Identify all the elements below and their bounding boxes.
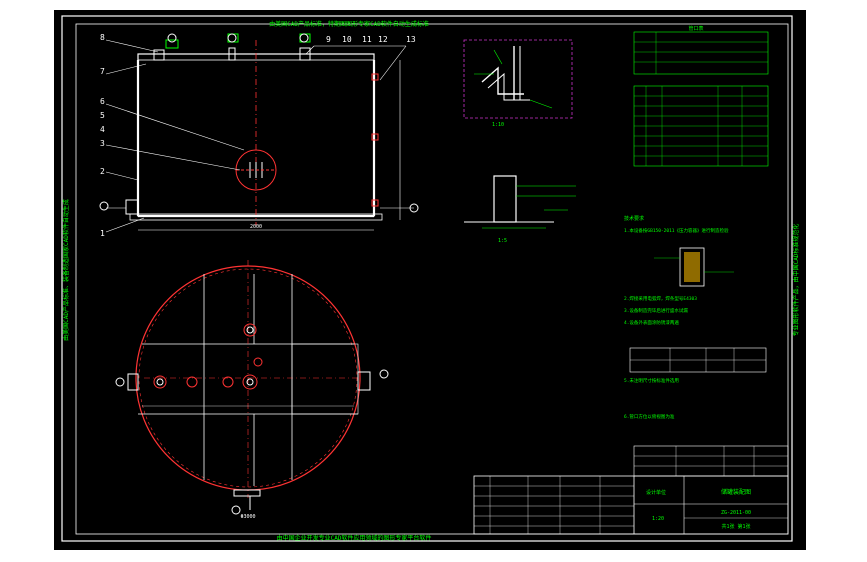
plan-dim: Φ3000 <box>240 514 255 520</box>
part-no-12: 12 <box>378 35 388 44</box>
technical-notes: 技术要求 1.本设备按GB150-2011《压力容器》进行制造检验 2.焊接采用… <box>624 215 767 420</box>
left-side-title: 由美国CAD产品标准、装备制造国家CAD软件自动生成 <box>62 199 70 341</box>
part-no-2: 2 <box>100 167 105 176</box>
front-view: 2000 <box>105 33 414 233</box>
drawing-viewport: 由美国CAD产品标准，特期图图形专家CAD软件自动生成标准 由中国企业开发专业C… <box>0 0 867 562</box>
outer-border <box>61 15 793 542</box>
note-4: 4.设备外表面涂防锈漆两遍 <box>624 319 679 326</box>
part-no-9: 9 <box>326 35 331 44</box>
part-callouts-left: 8 7 6 5 4 3 2 1 <box>100 33 105 238</box>
part-callouts-top: 9 10 11 12 13 <box>326 35 416 44</box>
title-drawing-no: ZG-2011-00 <box>721 510 751 516</box>
nozzle-table-title: 管口表 <box>688 25 703 32</box>
title-sheet: 共1张 第1张 <box>721 523 750 530</box>
title-drawing-name: 储罐装配图 <box>721 488 751 496</box>
parts-list <box>633 445 789 477</box>
part-no-10: 10 <box>342 35 352 44</box>
part-no-1: 1 <box>100 229 105 238</box>
detail-a-scale: 1:10 <box>492 122 504 128</box>
inner-border <box>75 23 789 535</box>
detail-a-border <box>463 39 573 119</box>
drawing-canvas[interactable]: 由美国CAD产品标准，特期图图形专家CAD软件自动生成标准 由中国企业开发专业C… <box>54 10 806 550</box>
part-no-6: 6 <box>100 97 105 106</box>
title-block: 设计单位 储罐装配图 ZG-2011-00 1:20 共1张 第1张 <box>473 475 789 535</box>
detail-b: 1:5 <box>464 175 576 244</box>
nozzle-balloons <box>99 33 419 515</box>
detail-a: 1:10 <box>463 39 573 128</box>
title-scale: 1:20 <box>652 516 664 522</box>
nozzle-table: 管口表 <box>633 25 769 167</box>
part-no-13: 13 <box>406 35 416 44</box>
part-no-4: 4 <box>100 125 105 134</box>
part-no-3: 3 <box>100 139 105 148</box>
bottom-title: 由中国企业开发专业CAD软件应用领域的图形专家平台软件 <box>277 534 432 542</box>
part-no-5: 5 <box>100 111 105 120</box>
part-no-7: 7 <box>100 67 105 76</box>
right-side-title: 专业图形软件产品，由中国CAD标准规范化 <box>792 224 800 337</box>
title-company: 设计单位 <box>646 489 666 496</box>
notes-header: 技术要求 <box>624 215 644 222</box>
top-title: 由美国CAD产品标准，特期图图形专家CAD软件自动生成标准 <box>269 20 429 28</box>
note-1: 1.本设备按GB150-2011《压力容器》进行制造检验 <box>624 227 729 234</box>
note-2: 2.焊接采用电弧焊，焊条型号E4303 <box>624 295 697 302</box>
note-3: 3.设备制造完毕后进行盛水试漏 <box>624 307 688 314</box>
note-6: 6.管口方位以俯视图为准 <box>624 413 675 420</box>
plan-view: Φ3000 <box>127 260 371 520</box>
part-no-8: 8 <box>100 33 105 42</box>
dim-width: 2000 <box>250 224 262 230</box>
note-5: 5.未注明尺寸按标准件选用 <box>624 377 679 384</box>
part-no-11: 11 <box>362 35 372 44</box>
cad-drawing: 由美国CAD产品标准，特期图图形专家CAD软件自动生成标准 由中国企业开发专业C… <box>61 15 800 542</box>
detail-b-scale: 1:5 <box>498 238 507 244</box>
